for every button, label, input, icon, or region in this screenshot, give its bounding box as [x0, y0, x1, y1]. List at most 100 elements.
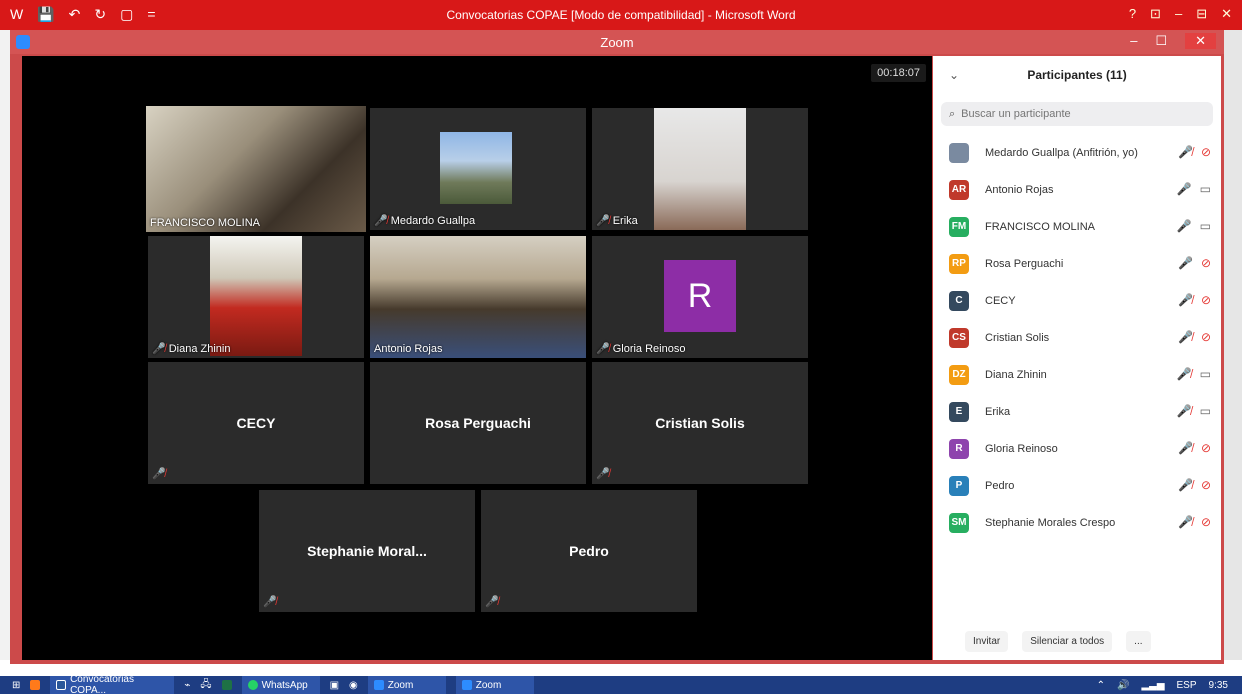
participant-row[interactable]: Medardo Guallpa (Anfitrión, yo) 🎤̸ ⊘ — [933, 134, 1221, 171]
mic-muted-icon[interactable]: 🎤̸ — [1178, 330, 1193, 344]
tile-name: Erika — [612, 214, 638, 227]
excel-icon[interactable] — [221, 680, 232, 690]
participant-row[interactable]: DZ Diana Zhinin 🎤̸ ▭ — [933, 356, 1221, 393]
tile-name: Medardo Guallpa — [390, 214, 476, 227]
participant-list: Medardo Guallpa (Anfitrión, yo) 🎤̸ ⊘ AR Anto… — [933, 134, 1221, 541]
avatar: R — [949, 438, 969, 459]
tile-name: CECY — [236, 415, 276, 431]
panel-footer: Invitar Silenciar a todos ... — [933, 628, 1221, 654]
usb-icon[interactable]: ⌁ — [184, 680, 190, 691]
camera-icon[interactable]: ▭ — [1200, 367, 1211, 381]
participants-panel: ⌄ Participantes (11) ⌕ Medardo Guallpa (… — [933, 56, 1221, 660]
panel-header: ⌄ Participantes (11) — [933, 56, 1221, 96]
search-input[interactable] — [961, 108, 1182, 120]
mic-icon[interactable]: 🎤 — [1177, 182, 1192, 196]
camera-icon[interactable]: ▭ — [1200, 404, 1211, 418]
participant-video — [146, 106, 366, 232]
network-app-icon[interactable]: 🖧 — [200, 677, 211, 694]
restore-icon[interactable]: ⊟ — [1196, 6, 1207, 22]
help-icon[interactable]: ? — [1129, 6, 1136, 22]
tile-name: Antonio Rojas — [374, 343, 443, 355]
taskbar-zoom-1[interactable]: Zoom — [367, 676, 446, 694]
tile-name: Diana Zhinin — [168, 342, 231, 355]
avatar: CS — [949, 327, 969, 348]
participant-row[interactable]: E Erika 🎤̸ ▭ — [933, 393, 1221, 430]
mute-all-button[interactable]: Silenciar a todos — [1022, 630, 1113, 652]
video-tile-cecy[interactable]: CECY 🎤̸ — [148, 362, 364, 484]
participant-search[interactable]: ⌕ — [941, 102, 1213, 126]
video-tile-pedro[interactable]: Pedro 🎤̸ — [481, 490, 697, 612]
mic-muted-icon[interactable]: 🎤̸ — [1177, 404, 1192, 418]
camera-off-icon[interactable]: ⊘ — [1201, 256, 1211, 270]
taskbar-zoom-2[interactable]: Zoom — [455, 676, 534, 694]
video-tile-cristian[interactable]: Cristian Solis 🎤̸ — [592, 362, 808, 484]
mic-muted-icon[interactable]: 🎤̸ — [1178, 478, 1193, 492]
volume-icon[interactable]: 🔊 — [1117, 680, 1129, 691]
participant-row[interactable]: R Gloria Reinoso 🎤̸ ⊘ — [933, 430, 1221, 467]
mic-muted-icon: 🎤̸ — [596, 215, 610, 227]
mic-muted-icon: 🎤̸ — [374, 215, 388, 227]
avatar: SM — [949, 512, 969, 533]
ribbon-options-icon[interactable]: ⊡ — [1150, 6, 1161, 22]
avatar: C — [949, 290, 969, 311]
mic-muted-icon[interactable]: 🎤̸ — [1178, 293, 1193, 307]
camera-icon[interactable]: ▭ — [1200, 219, 1211, 233]
word-window-title: Convocatorias COPAE [Modo de compatibili… — [446, 8, 796, 22]
avatar: FM — [949, 216, 969, 237]
close-icon[interactable]: ✕ — [1221, 6, 1232, 22]
camera-off-icon[interactable]: ⊘ — [1201, 478, 1211, 492]
video-tile-gloria[interactable]: R 🎤̸ Gloria Reinoso — [592, 236, 808, 358]
zoom-minimize-icon[interactable]: – — [1130, 33, 1137, 49]
mic-muted-icon[interactable]: 🎤̸ — [1178, 515, 1193, 529]
window-icon[interactable]: ▣ — [330, 680, 339, 691]
invite-button[interactable]: Invitar — [965, 630, 1009, 652]
participant-name: Pedro — [985, 479, 1015, 492]
mic-icon[interactable]: 🎤 — [1177, 219, 1192, 233]
participant-name: Cristian Solis — [985, 331, 1050, 344]
mic-muted-icon[interactable]: 🎤̸ — [1178, 145, 1193, 159]
language-indicator[interactable]: ESP — [1177, 680, 1197, 691]
camera-off-icon[interactable]: ⊘ — [1201, 515, 1211, 529]
video-tile-stephanie[interactable]: Stephanie Moral... 🎤̸ — [259, 490, 475, 612]
clock[interactable]: 9:35 — [1209, 680, 1228, 691]
video-tile-medardo[interactable]: 🎤̸ Medardo Guallpa — [370, 108, 586, 230]
participant-row[interactable]: SM Stephanie Morales Crespo 🎤̸ ⊘ — [933, 504, 1221, 541]
video-tile-erika[interactable]: 🎤̸ Erika — [592, 108, 808, 230]
tile-name: Gloria Reinoso — [612, 342, 686, 355]
camera-off-icon[interactable]: ⊘ — [1201, 293, 1211, 307]
camera-off-icon[interactable]: ⊘ — [1201, 330, 1211, 344]
tile-name: Rosa Perguachi — [425, 415, 531, 431]
mic-muted-icon: 🎤̸ — [263, 596, 277, 608]
camera-off-icon[interactable]: ⊘ — [1201, 441, 1211, 455]
firefox-icon[interactable] — [30, 680, 41, 690]
participant-row[interactable]: CS Cristian Solis 🎤̸ ⊘ — [933, 319, 1221, 356]
profile-picture — [440, 132, 512, 204]
taskbar-word[interactable]: Convocatorias COPA... — [50, 674, 175, 696]
video-tile-francisco[interactable]: FRANCISCO MOLINA — [146, 106, 366, 232]
video-tile-rosa[interactable]: Rosa Perguachi — [370, 362, 586, 484]
mic-muted-icon[interactable]: 🎤̸ — [1177, 367, 1192, 381]
mic-muted-icon[interactable]: 🎤̸ — [1178, 441, 1193, 455]
camera-off-icon[interactable]: ⊘ — [1201, 145, 1211, 159]
participant-row[interactable]: AR Antonio Rojas 🎤 ▭ — [933, 171, 1221, 208]
globe-icon[interactable]: ◉ — [349, 680, 358, 691]
camera-icon[interactable]: ▭ — [1200, 182, 1211, 196]
minimize-icon[interactable]: – — [1175, 6, 1182, 22]
zoom-maximize-icon[interactable]: ☐ — [1155, 33, 1167, 49]
more-button[interactable]: ... — [1126, 630, 1151, 652]
mic-muted-icon: 🎤̸ — [596, 343, 610, 355]
participant-row[interactable]: FM FRANCISCO MOLINA 🎤 ▭ — [933, 208, 1221, 245]
participant-row[interactable]: P Pedro 🎤̸ ⊘ — [933, 467, 1221, 504]
participant-row[interactable]: RP Rosa Perguachi 🎤 ⊘ — [933, 245, 1221, 282]
zoom-close-icon[interactable]: ✕ — [1185, 33, 1216, 49]
video-gallery: 00:18:07 FRANCISCO MOLINA 🎤̸ Medardo Gual… — [22, 56, 932, 660]
start-icon[interactable]: ⊞ — [12, 680, 20, 691]
avatar — [949, 142, 969, 163]
tray-expand-icon[interactable]: ⌃ — [1097, 680, 1105, 691]
video-tile-diana[interactable]: 🎤̸ Diana Zhinin — [148, 236, 364, 358]
mic-icon[interactable]: 🎤 — [1178, 256, 1193, 270]
video-tile-antonio[interactable]: Antonio Rojas — [370, 236, 586, 358]
signal-icon[interactable]: ▂▃▅ — [1141, 680, 1164, 691]
participant-row[interactable]: C CECY 🎤̸ ⊘ — [933, 282, 1221, 319]
taskbar-whatsapp[interactable]: WhatsApp — [241, 676, 320, 694]
